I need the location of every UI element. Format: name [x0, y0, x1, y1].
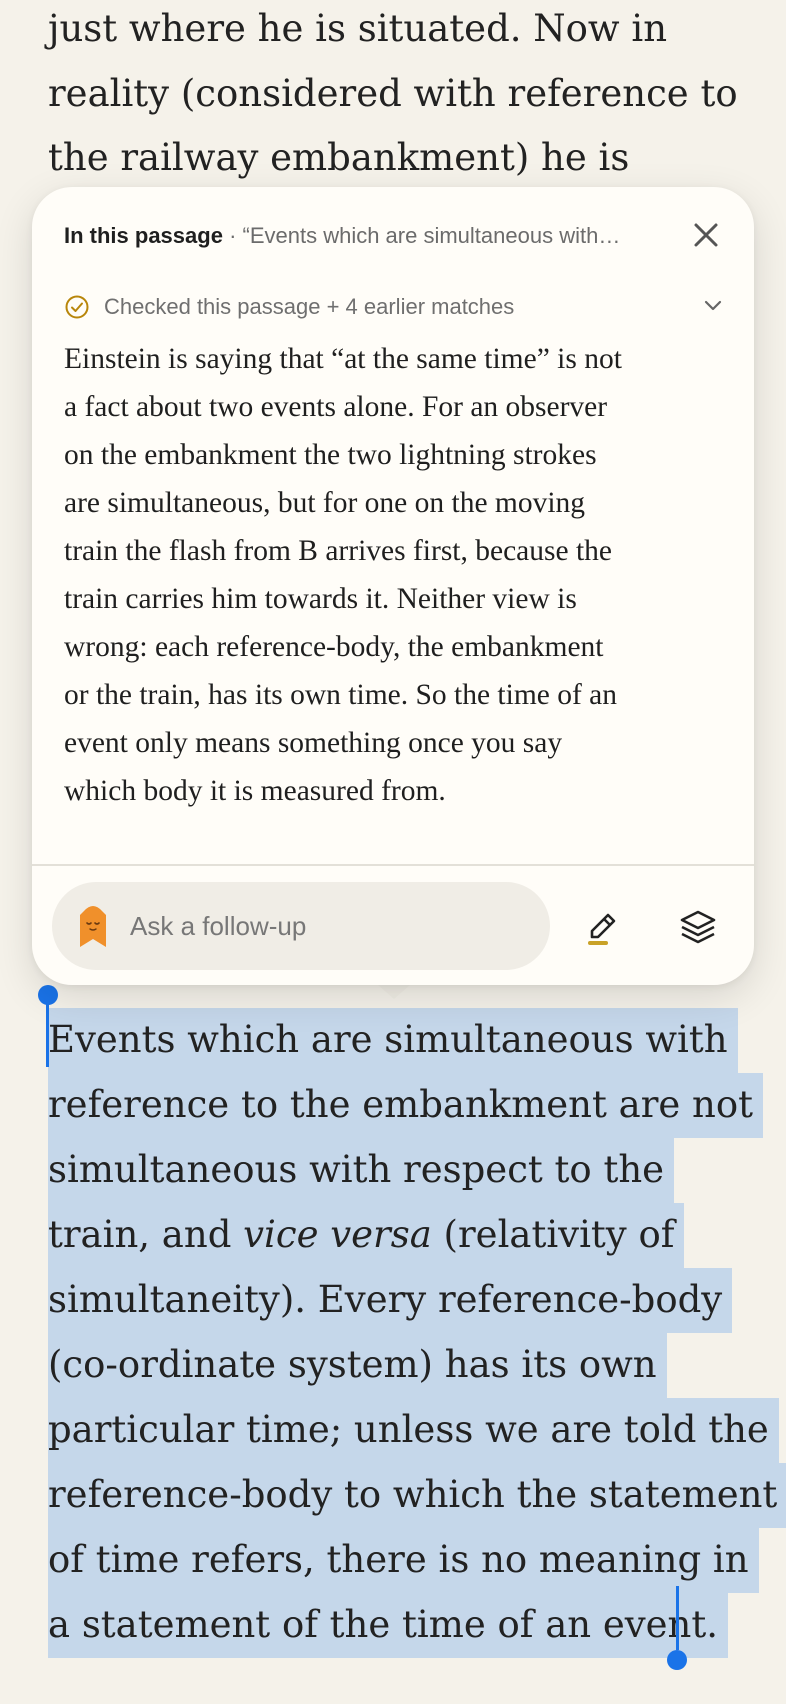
- selection-end-handle[interactable]: [667, 1650, 687, 1670]
- selected-line: particular time; unless we are told the: [48, 1398, 779, 1463]
- selected-line: (co-ordinate system) has its own: [48, 1333, 667, 1398]
- selected-line: simultaneity). Every reference-body: [48, 1268, 733, 1333]
- layers-button[interactable]: [670, 899, 726, 955]
- selected-line: train, and vice versa (relativity of: [48, 1203, 685, 1268]
- selection-end-caret: [676, 1586, 679, 1650]
- book-line: reality (considered with reference to: [48, 71, 738, 115]
- selection-start-caret: [46, 1000, 49, 1067]
- book-line: just where he is situated. Now in: [48, 7, 668, 50]
- book-line: the railway embankment) he is: [48, 136, 630, 179]
- card-divider: [32, 864, 754, 866]
- selected-line-italic: vice versa: [243, 1213, 432, 1256]
- selected-passage[interactable]: Events which are simultaneous with refer…: [48, 1007, 786, 1658]
- answer-line: a fact about two events alone. For an ob…: [64, 391, 608, 423]
- answer-text: Einstein is saying that “at the same tim…: [64, 335, 734, 815]
- checked-label: Checked this passage + 4 earlier matches: [104, 294, 515, 319]
- card-header-quote: · “Events which are simultaneous with…: [222, 223, 621, 248]
- selected-line: reference-body to which the statement: [48, 1463, 786, 1528]
- followup-pill[interactable]: [52, 882, 550, 970]
- highlighter-icon: [588, 913, 616, 945]
- answer-line: wrong: each reference-body, the embankme…: [64, 631, 604, 663]
- card-header-lead: In this passage: [64, 223, 223, 248]
- selected-line: of time refers, there is no meaning in: [48, 1528, 759, 1593]
- answer-line: are simultaneous, but for one on the mov…: [64, 487, 586, 519]
- selected-line: Events which are simultaneous with: [48, 1008, 738, 1073]
- card-header: In this passage · “Events which are simu…: [64, 223, 654, 249]
- selected-line-part: (relativity of: [431, 1213, 675, 1256]
- close-button[interactable]: [688, 217, 724, 253]
- selected-line-part: train, and: [48, 1213, 244, 1256]
- close-icon: [694, 223, 718, 247]
- answer-line: on the embankment the two lightning stro…: [64, 439, 597, 471]
- selected-line: reference to the embankment are not: [48, 1073, 764, 1138]
- answer-line: or the train, has its own time. So the t…: [64, 679, 618, 711]
- explanation-card: In this passage · “Events which are simu…: [32, 187, 754, 985]
- card-pointer: [378, 985, 410, 999]
- highlight-button[interactable]: [574, 899, 630, 955]
- checked-matches-row[interactable]: Checked this passage + 4 earlier matches: [64, 289, 724, 325]
- selected-line: a statement of the time of an event.: [48, 1593, 729, 1658]
- check-circle-icon: [64, 294, 90, 320]
- answer-line: which body it is measured from.: [64, 775, 446, 807]
- answer-line: train the flash from B arrives first, be…: [64, 535, 613, 567]
- mascot-icon: [78, 903, 108, 949]
- selected-line: simultaneous with respect to the: [48, 1138, 675, 1203]
- followup-input[interactable]: [130, 910, 490, 942]
- answer-line: Einstein is saying that “at the same tim…: [64, 343, 622, 375]
- answer-line: event only means something once you say: [64, 727, 563, 759]
- answer-line: train carries him towards it. Neither vi…: [64, 583, 577, 615]
- chevron-down-icon[interactable]: [702, 295, 724, 323]
- book-text-top: just where he is situated. Now in realit…: [48, 0, 758, 191]
- layers-icon: [680, 910, 716, 944]
